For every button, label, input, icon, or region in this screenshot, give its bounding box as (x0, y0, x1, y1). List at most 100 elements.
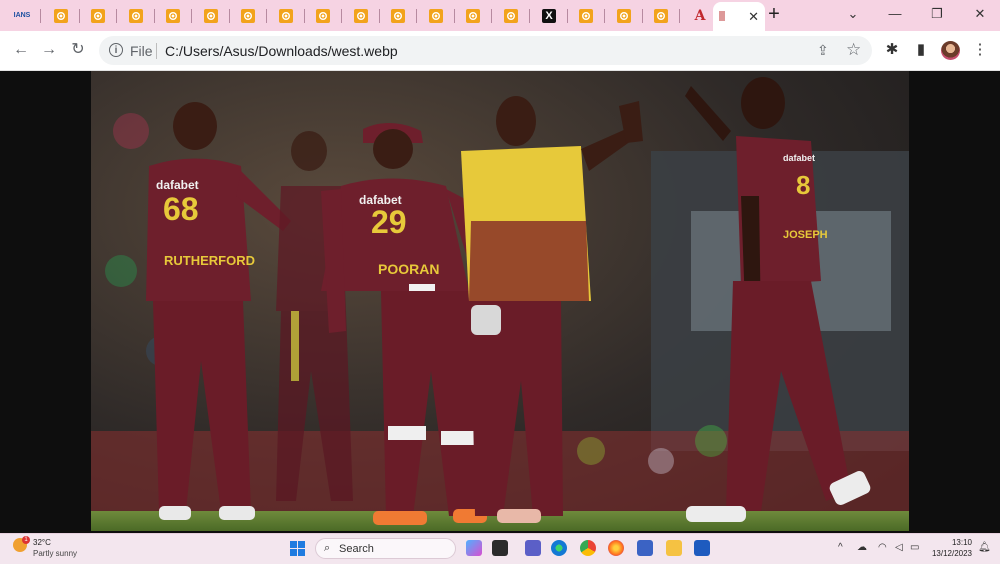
tab-separator (529, 9, 530, 23)
ians-logo-icon: IANS (13, 12, 31, 19)
bookmark-star-icon[interactable]: ☆ (846, 40, 861, 60)
tab-separator (416, 9, 417, 23)
orange-flower-icon (204, 8, 218, 23)
orange-flower-icon (129, 8, 143, 23)
tab-15[interactable]: X (531, 4, 568, 27)
share-icon[interactable]: ⇪ (817, 42, 829, 59)
tab-16[interactable] (568, 4, 605, 27)
tab-3[interactable] (80, 4, 117, 27)
volume-icon[interactable]: ◁ (895, 542, 903, 553)
tab-1[interactable]: IANS (4, 4, 41, 27)
search-label: Search (339, 543, 374, 555)
show-hidden-icons[interactable]: ^ (838, 542, 843, 553)
jersey-name-8: JOSEPH (783, 229, 828, 241)
minimize-button[interactable]: — (884, 4, 906, 24)
new-tab-button[interactable]: + (763, 4, 785, 26)
tab-5[interactable] (155, 4, 192, 27)
teams-icon[interactable] (525, 540, 541, 556)
taskbar-search[interactable]: ⌕ Search (315, 538, 456, 559)
close-window-button[interactable]: ✕ (969, 4, 991, 24)
weather-desc[interactable]: Partly sunny (33, 549, 77, 558)
url-text[interactable]: C:/Users/Asus/Downloads/west.webp (165, 43, 398, 59)
side-panel-icon[interactable]: ▮ (912, 41, 930, 59)
word-icon[interactable] (694, 540, 710, 556)
tab-strip: IANS X A ✕ + ⌄ — ❐ ✕ (0, 0, 1000, 31)
taskbar: 1 32°C Partly sunny ⌕ Search ^ ☁ ◠ ◁ ▭ 1… (0, 533, 1000, 564)
weather-badge: 1 (22, 536, 30, 544)
tab-separator (604, 9, 605, 23)
jersey-name-29: POORAN (378, 261, 440, 277)
orange-flower-icon (54, 8, 68, 23)
a-logo-icon: A (694, 7, 706, 24)
tab-12[interactable] (418, 4, 455, 27)
reload-button[interactable]: ↻ (68, 40, 88, 60)
onedrive-icon[interactable]: ☁ (857, 542, 867, 553)
tab-6[interactable] (193, 4, 230, 27)
extensions-icon[interactable]: ✱ (883, 41, 901, 59)
x-logo-icon: X (542, 8, 556, 23)
menu-icon[interactable]: ⋮ (971, 41, 989, 59)
tab-11[interactable] (380, 4, 417, 27)
firefox-icon[interactable] (608, 540, 624, 556)
jersey-number-68: 68 (163, 191, 199, 227)
cricket-photo: dafabet 68 RUTHERFORD dafabet 29 POORAN … (91, 71, 909, 531)
battery-icon[interactable]: ▭ (910, 542, 919, 553)
tab-13[interactable] (455, 4, 492, 27)
tab-separator (679, 9, 680, 23)
jersey-number-8: 8 (796, 170, 811, 200)
chrome-icon[interactable] (580, 540, 596, 556)
notifications-icon[interactable]: 🔔︎ (978, 542, 991, 553)
tab-9[interactable] (305, 4, 342, 27)
image-viewer: dafabet 68 RUTHERFORD dafabet 29 POORAN … (0, 71, 1000, 533)
file-explorer-icon[interactable] (666, 540, 682, 556)
tab-separator (116, 9, 117, 23)
tab-separator (341, 9, 342, 23)
tab-separator (266, 9, 267, 23)
clock[interactable]: 13:10 13/12/2023 (930, 537, 972, 559)
tab-10[interactable] (343, 4, 380, 27)
task-view-icon[interactable] (492, 540, 508, 556)
orange-flower-icon (654, 8, 668, 23)
jersey-sponsor-8: dafabet (783, 153, 816, 163)
divider (156, 43, 157, 59)
orange-flower-icon (466, 8, 480, 23)
photo-illustration (91, 71, 909, 531)
profile-avatar[interactable] (941, 41, 960, 60)
restore-button[interactable]: ❐ (926, 4, 948, 24)
tab-7[interactable] (230, 4, 267, 27)
start-button[interactable] (290, 541, 305, 556)
address-bar[interactable]: i File C:/Users/Asus/Downloads/west.webp… (99, 36, 872, 65)
orange-flower-icon (429, 8, 443, 23)
orange-flower-icon (241, 8, 255, 23)
weather-temp[interactable]: 32°C (33, 538, 51, 547)
tab-search-button[interactable]: ⌄ (845, 6, 861, 22)
store-icon[interactable] (637, 540, 653, 556)
tab-2[interactable] (43, 4, 80, 27)
tab-4[interactable] (118, 4, 155, 27)
orange-flower-icon (316, 8, 330, 23)
tab-active[interactable]: ✕ (713, 2, 765, 31)
browser-toolbar: ← → ↻ i File C:/Users/Asus/Downloads/wes… (0, 31, 1000, 71)
tab-14[interactable] (493, 4, 530, 27)
tab-separator (191, 9, 192, 23)
page-icon (719, 11, 725, 21)
back-button[interactable]: ← (11, 40, 31, 60)
orange-flower-icon (279, 8, 293, 23)
scheme-label: File (130, 43, 153, 59)
orange-flower-icon (504, 8, 518, 23)
tab-8[interactable] (268, 4, 305, 27)
search-icon: ⌕ (324, 542, 331, 554)
jersey-name-68: RUTHERFORD (164, 253, 255, 268)
forward-button[interactable]: → (39, 40, 59, 60)
orange-flower-icon (166, 8, 180, 23)
jersey-number-29: 29 (371, 204, 407, 240)
edge-icon[interactable] (551, 540, 567, 556)
orange-flower-icon (91, 8, 105, 23)
copilot-icon[interactable] (466, 540, 482, 556)
close-tab-icon[interactable]: ✕ (748, 9, 759, 25)
orange-flower-icon (354, 8, 368, 23)
info-icon[interactable]: i (109, 43, 123, 57)
wifi-icon[interactable]: ◠ (878, 542, 887, 553)
tab-17[interactable] (606, 4, 643, 27)
tab-18[interactable] (643, 4, 680, 27)
